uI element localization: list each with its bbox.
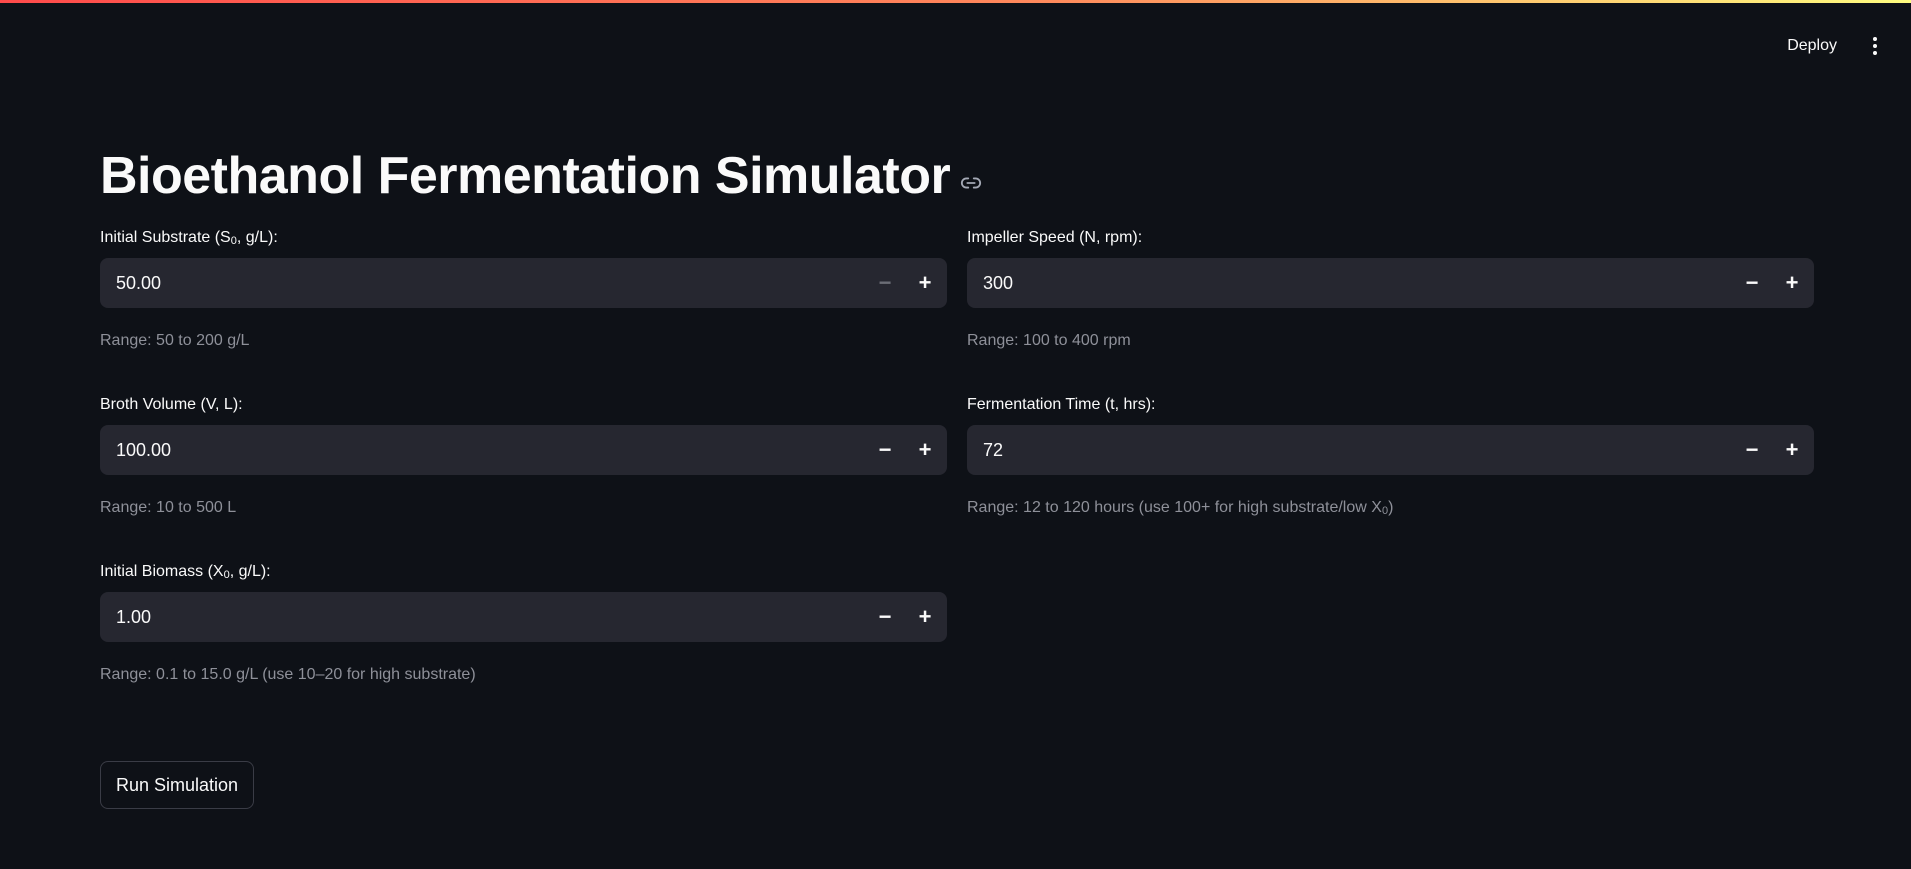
substrate-input[interactable]: 50.00 − + (100, 258, 947, 308)
time-label: Fermentation Time (t, hrs): (967, 396, 1156, 413)
biomass-input[interactable]: 1.00 − + (100, 592, 947, 642)
time-field: Fermentation Time (t, hrs): 72 − + Range… (967, 393, 1814, 546)
time-decrement-button[interactable]: − (1732, 425, 1772, 475)
volume-help: Range: 10 to 500 L (100, 499, 237, 516)
top-decoration-bar (0, 0, 1911, 3)
impeller-increment-button[interactable]: + (1772, 258, 1812, 308)
volume-field: Broth Volume (V, L): 100.00 − + Range: 1… (100, 393, 947, 546)
time-increment-button[interactable]: + (1772, 425, 1812, 475)
volume-increment-button[interactable]: + (905, 425, 945, 475)
time-value[interactable]: 72 (967, 440, 1732, 461)
substrate-label: Initial Substrate (S0, g/L): (100, 229, 278, 247)
substrate-value[interactable]: 50.00 (100, 273, 865, 294)
impeller-field: Impeller Speed (N, rpm): 300 − + Range: … (967, 226, 1814, 379)
title-row: Bioethanol Fermentation Simulator (100, 140, 1813, 212)
biomass-label: Initial Biomass (X0, g/L): (100, 563, 271, 581)
link-icon[interactable] (960, 172, 982, 194)
substrate-increment-button[interactable]: + (905, 258, 945, 308)
impeller-help: Range: 100 to 400 rpm (967, 332, 1131, 349)
impeller-label: Impeller Speed (N, rpm): (967, 229, 1143, 246)
more-vertical-icon[interactable] (1863, 28, 1887, 64)
app-header: Deploy (1777, 28, 1887, 64)
page-title: Bioethanol Fermentation Simulator (100, 147, 951, 205)
impeller-decrement-button[interactable]: − (1732, 258, 1772, 308)
biomass-value[interactable]: 1.00 (100, 607, 865, 628)
volume-label: Broth Volume (V, L): (100, 396, 243, 413)
run-simulation-button[interactable]: Run Simulation (100, 761, 255, 809)
left-column: Initial Substrate (S0, g/L): 50.00 − + R… (100, 212, 947, 713)
substrate-help: Range: 50 to 200 g/L (100, 332, 250, 349)
biomass-field: Initial Biomass (X0, g/L): 1.00 − + Rang… (100, 560, 947, 713)
main-content: Bioethanol Fermentation Simulator Initia… (100, 140, 1814, 809)
impeller-value[interactable]: 300 (967, 273, 1732, 294)
right-column: Impeller Speed (N, rpm): 300 − + Range: … (967, 212, 1814, 546)
substrate-field: Initial Substrate (S0, g/L): 50.00 − + R… (100, 226, 947, 379)
substrate-decrement-button[interactable]: − (865, 258, 905, 308)
volume-value[interactable]: 100.00 (100, 440, 865, 461)
time-help: Range: 12 to 120 hours (use 100+ for hig… (967, 499, 1394, 517)
biomass-increment-button[interactable]: + (905, 592, 945, 642)
impeller-input[interactable]: 300 − + (967, 258, 1814, 308)
volume-input[interactable]: 100.00 − + (100, 425, 947, 475)
deploy-button[interactable]: Deploy (1777, 31, 1847, 61)
volume-decrement-button[interactable]: − (865, 425, 905, 475)
biomass-help: Range: 0.1 to 15.0 g/L (use 10–20 for hi… (100, 666, 476, 683)
biomass-decrement-button[interactable]: − (865, 592, 905, 642)
time-input[interactable]: 72 − + (967, 425, 1814, 475)
